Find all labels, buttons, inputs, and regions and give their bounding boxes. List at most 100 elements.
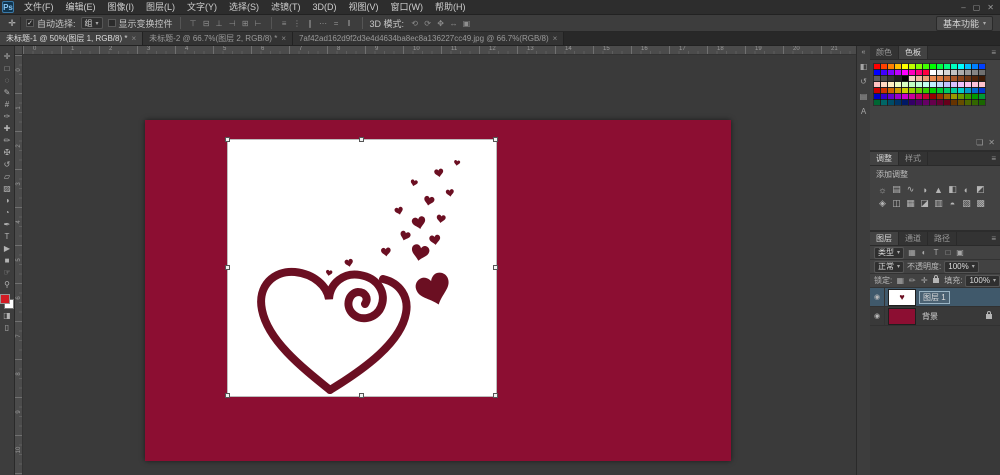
layer-name[interactable]: 背景 bbox=[919, 311, 941, 322]
color-swatch[interactable] bbox=[888, 70, 894, 75]
quick-selection-tool[interactable]: ✎ bbox=[0, 86, 15, 98]
color-swatch[interactable] bbox=[930, 70, 936, 75]
adj-photo-filter-icon[interactable]: ◈ bbox=[876, 197, 889, 210]
adj-black-white-icon[interactable]: ◩ bbox=[974, 183, 987, 196]
document-canvas[interactable] bbox=[145, 120, 731, 461]
color-swatch[interactable] bbox=[902, 100, 908, 105]
pasted-image-layer[interactable] bbox=[228, 140, 496, 396]
color-swatch[interactable] bbox=[888, 88, 894, 93]
color-swatch[interactable] bbox=[951, 94, 957, 99]
adj-invert-icon[interactable]: ◪ bbox=[918, 197, 931, 210]
adj-brightness-contrast-icon[interactable]: ☼ bbox=[876, 183, 889, 196]
color-swatch[interactable] bbox=[909, 88, 915, 93]
menu-item[interactable]: 编辑(E) bbox=[60, 0, 102, 15]
menu-item[interactable]: 3D(D) bbox=[307, 0, 343, 15]
color-swatch[interactable] bbox=[937, 64, 943, 69]
color-swatch[interactable] bbox=[937, 88, 943, 93]
color-swatch[interactable] bbox=[923, 88, 929, 93]
color-swatch[interactable] bbox=[958, 94, 964, 99]
distribute-vertical-centers-icon[interactable]: ⋮ bbox=[292, 18, 303, 29]
color-swatch[interactable] bbox=[916, 76, 922, 81]
layer-visibility-icon[interactable]: ◉ bbox=[870, 288, 885, 306]
transform-handle[interactable] bbox=[493, 265, 498, 270]
transform-handle[interactable] bbox=[225, 393, 230, 398]
layer-visibility-icon[interactable]: ◉ bbox=[870, 307, 885, 325]
color-swatch[interactable] bbox=[972, 64, 978, 69]
adj-channel-mixer-icon[interactable]: ◫ bbox=[890, 197, 903, 210]
menu-item[interactable]: 图层(L) bbox=[140, 0, 181, 15]
menu-item[interactable]: 帮助(H) bbox=[429, 0, 472, 15]
color-swatch[interactable] bbox=[937, 76, 943, 81]
color-swatch[interactable] bbox=[923, 94, 929, 99]
panel-menu-icon[interactable]: ≡ bbox=[987, 152, 1000, 165]
color-swatch[interactable] bbox=[979, 88, 985, 93]
color-swatch[interactable] bbox=[881, 100, 887, 105]
align-horizontal-centers-icon[interactable]: ⊞ bbox=[240, 18, 251, 29]
collapse-dock-icon[interactable]: « bbox=[862, 49, 866, 56]
eyedropper-tool[interactable]: ✑ bbox=[0, 110, 15, 122]
shape-tool[interactable]: ■ bbox=[0, 254, 15, 266]
color-swatch[interactable] bbox=[972, 70, 978, 75]
workspace-switcher-button[interactable]: 基本功能 ▾ bbox=[936, 16, 993, 31]
panel-tab[interactable]: 路径 bbox=[928, 232, 957, 245]
color-swatch[interactable] bbox=[895, 70, 901, 75]
distribute-top-edges-icon[interactable]: ≡ bbox=[279, 18, 290, 29]
menu-item[interactable]: 图像(I) bbox=[102, 0, 141, 15]
color-swatch[interactable] bbox=[902, 82, 908, 87]
filter-shape-layers-icon[interactable]: □ bbox=[943, 248, 953, 257]
filter-smart-objects-icon[interactable]: ▣ bbox=[955, 248, 965, 257]
color-swatch[interactable] bbox=[916, 64, 922, 69]
color-swatch[interactable] bbox=[923, 64, 929, 69]
move-tool[interactable]: ✛ bbox=[0, 50, 15, 62]
color-swatch[interactable] bbox=[923, 100, 929, 105]
panel-icon-character[interactable]: A bbox=[861, 107, 866, 116]
clone-stamp-tool[interactable]: ✠ bbox=[0, 146, 15, 158]
healing-brush-tool[interactable]: ✚ bbox=[0, 122, 15, 134]
color-swatch[interactable] bbox=[902, 94, 908, 99]
filter-pixel-layers-icon[interactable]: ▦ bbox=[907, 248, 917, 257]
auto-select-mode-dropdown[interactable]: 组 ▾ bbox=[81, 17, 103, 29]
vertical-ruler[interactable]: 012345678910 bbox=[15, 55, 23, 475]
color-swatch[interactable] bbox=[958, 88, 964, 93]
panel-tab[interactable]: 色板 bbox=[899, 46, 928, 59]
lock-pixels-icon[interactable]: ✏ bbox=[907, 276, 917, 285]
color-swatch[interactable] bbox=[895, 94, 901, 99]
layer-row[interactable]: ◉ 背景 bbox=[870, 307, 1000, 326]
adj-exposure-icon[interactable]: ◑ bbox=[918, 183, 931, 196]
color-swatch[interactable] bbox=[979, 82, 985, 87]
marquee-tool[interactable]: □ bbox=[0, 62, 15, 74]
adj-vibrance-icon[interactable]: ▲ bbox=[932, 183, 945, 196]
color-swatch[interactable] bbox=[874, 94, 880, 99]
color-swatch[interactable] bbox=[881, 94, 887, 99]
menu-item[interactable]: 文件(F) bbox=[18, 0, 60, 15]
color-swatch[interactable] bbox=[909, 100, 915, 105]
color-swatch[interactable] bbox=[888, 100, 894, 105]
close-button[interactable]: ✕ bbox=[987, 3, 994, 12]
color-swatch[interactable] bbox=[881, 82, 887, 87]
color-swatch[interactable] bbox=[895, 88, 901, 93]
3d-rotate-icon[interactable]: ⟲ bbox=[409, 18, 420, 29]
color-swatch[interactable] bbox=[909, 76, 915, 81]
3d-drag-icon[interactable]: ✥ bbox=[435, 18, 446, 29]
align-left-edges-icon[interactable]: ⊣ bbox=[227, 18, 238, 29]
color-swatch[interactable] bbox=[965, 100, 971, 105]
panel-tab[interactable]: 样式 bbox=[899, 152, 928, 165]
3d-slide-icon[interactable]: ↔ bbox=[448, 18, 459, 29]
tab-close-icon[interactable]: × bbox=[131, 34, 136, 43]
panel-tab[interactable]: 图层 bbox=[870, 232, 899, 245]
color-swatch[interactable] bbox=[874, 76, 880, 81]
hand-tool[interactable]: ☞ bbox=[0, 266, 15, 278]
color-swatch[interactable] bbox=[972, 94, 978, 99]
color-swatch[interactable] bbox=[930, 76, 936, 81]
blur-tool[interactable]: ◑ bbox=[0, 194, 15, 206]
color-swatch[interactable] bbox=[874, 88, 880, 93]
color-swatch[interactable] bbox=[874, 100, 880, 105]
adj-gradient-map-icon[interactable]: ▩ bbox=[974, 197, 987, 210]
color-swatch[interactable] bbox=[909, 82, 915, 87]
color-swatch[interactable] bbox=[923, 82, 929, 87]
tab-close-icon[interactable]: × bbox=[553, 34, 558, 43]
color-swatch[interactable] bbox=[979, 100, 985, 105]
color-swatch[interactable] bbox=[972, 88, 978, 93]
color-swatch[interactable] bbox=[944, 82, 950, 87]
history-brush-tool[interactable]: ↺ bbox=[0, 158, 15, 170]
